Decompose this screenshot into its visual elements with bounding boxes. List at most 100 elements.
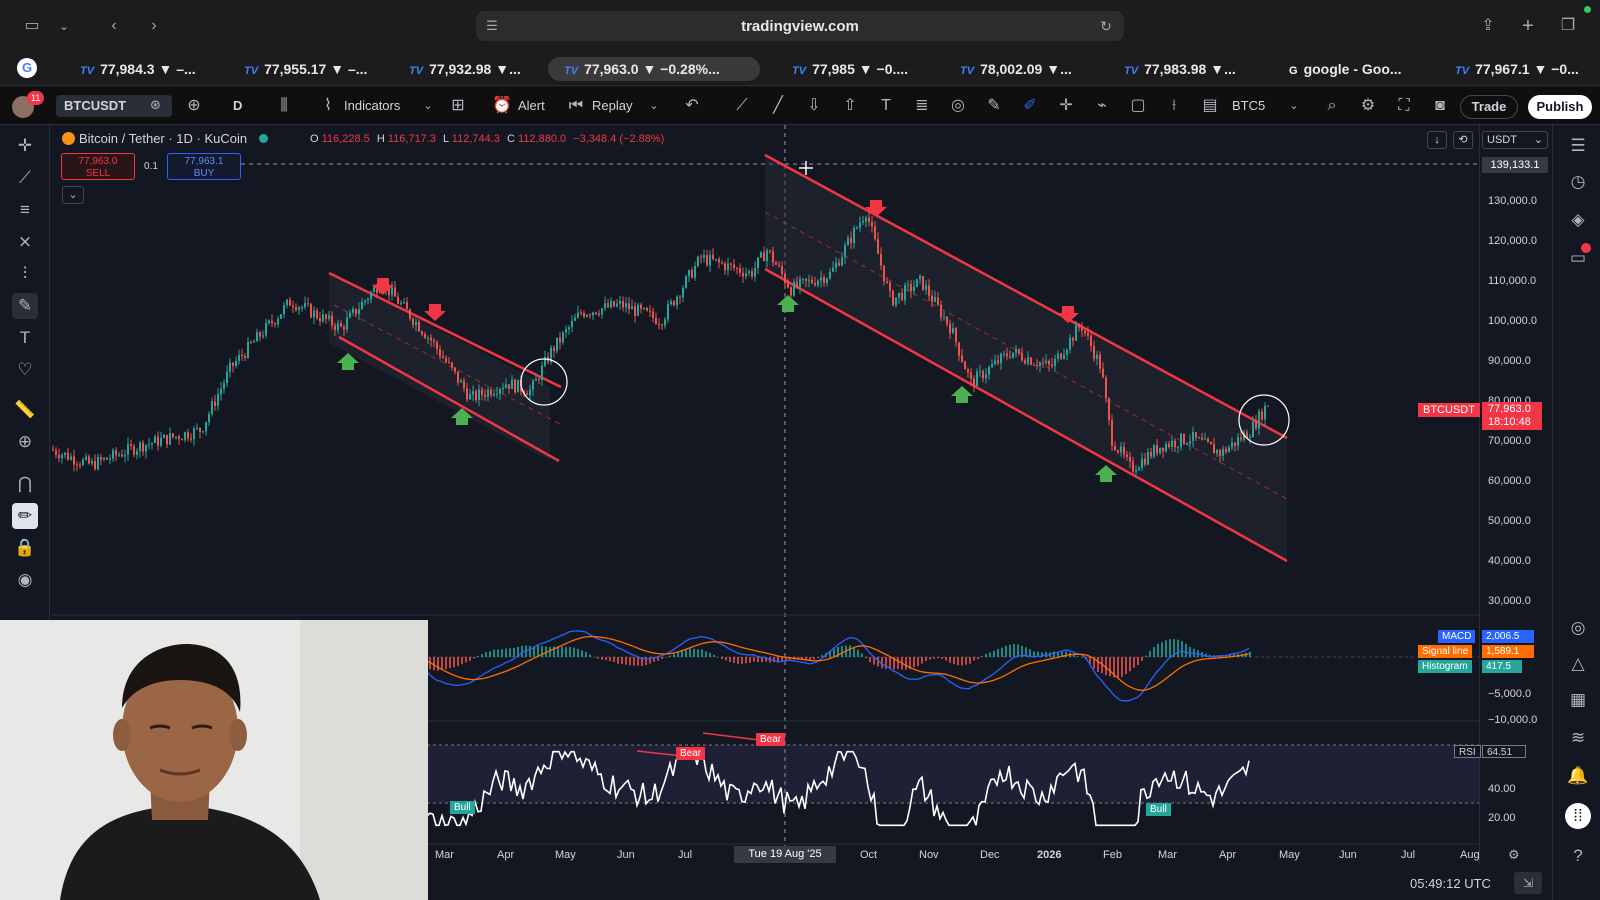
fib-retracement-icon[interactable]: ≡ — [12, 197, 38, 223]
browser-tab-8[interactable]: Ggoogle - Goo... — [1289, 57, 1402, 81]
arrow-up-icon[interactable]: ⇧ — [838, 87, 862, 125]
time-axis[interactable] — [428, 845, 1479, 865]
zoom-in-icon[interactable]: ⊕ — [12, 429, 38, 455]
currency-select[interactable]: USDT ⌄ — [1482, 131, 1548, 149]
trend-line-icon[interactable]: ⟋ — [730, 87, 754, 125]
arrow-down-icon[interactable]: ⇩ — [802, 87, 826, 125]
compare-icon[interactable]: ⊛ — [150, 97, 161, 113]
layouts-icon[interactable]: ⊞ — [446, 87, 470, 125]
rectangle-icon[interactable]: ▢ — [1126, 87, 1150, 125]
candle-body — [241, 354, 243, 356]
buy-button[interactable]: 77,963.1 BUY — [167, 153, 241, 180]
ray-icon[interactable]: ╱ — [766, 87, 790, 125]
chevron-down-icon[interactable]: ⌄ — [54, 12, 74, 40]
forecast-icon[interactable]: ⫶ — [12, 261, 38, 287]
ruler-icon[interactable]: ⟊ — [1162, 87, 1186, 125]
histogram-bar — [937, 657, 939, 659]
chevron-down-icon[interactable]: ⌄ — [416, 87, 440, 125]
pattern-icon[interactable]: ⨯ — [12, 229, 38, 255]
help-icon[interactable]: ? — [1565, 843, 1591, 869]
publish-button[interactable]: Publish — [1528, 95, 1592, 119]
candle-body — [778, 264, 780, 266]
reload-icon[interactable]: ↻ — [1094, 12, 1118, 40]
magnet-icon[interactable]: ⋂ — [12, 471, 38, 497]
replay-icon[interactable]: ⏮ — [564, 87, 588, 125]
browser-tab-3[interactable]: TV 77,932.98 ▼... — [409, 57, 521, 81]
candle-body — [1066, 349, 1068, 355]
browser-tab-1[interactable]: TV 77,984.3 ▼ –... — [80, 57, 196, 81]
new-tab-icon[interactable]: + — [1514, 12, 1542, 40]
fullscreen-icon[interactable]: ⛶ — [1392, 87, 1416, 125]
circle-icon[interactable]: ◎ — [946, 87, 970, 125]
layout-grid-icon[interactable]: ▤ — [1198, 87, 1222, 125]
alert-button[interactable]: Alert — [518, 87, 545, 125]
browser-tab-4-active[interactable]: TV 77,963.0 ▼ −0.28%... — [548, 57, 760, 81]
histogram-bar — [1017, 644, 1019, 657]
browser-tab-5[interactable]: TV 77,985 ▼ −0.... — [792, 57, 908, 81]
sidebar-toggle-icon[interactable]: ▭ — [18, 12, 46, 40]
indicators-icon[interactable]: ⌇ — [316, 87, 340, 125]
interval-button[interactable]: D — [233, 87, 242, 125]
path-icon[interactable]: ⌁ — [1090, 87, 1114, 125]
tab-overview-icon[interactable]: ❐ — [1554, 12, 1582, 40]
utc-clock[interactable]: 05:49:12 UTC — [1410, 876, 1491, 891]
brush-icon[interactable]: ✎ — [12, 293, 38, 319]
browser-tab-6[interactable]: TV 78,002.09 ▼... — [960, 57, 1072, 81]
add-symbol-icon[interactable]: ⊕ — [182, 87, 206, 125]
scale-sync-icon[interactable]: ⟲ — [1453, 131, 1473, 149]
symbol-search-button[interactable]: BTCUSDT ⊛ — [56, 95, 172, 117]
undo-icon[interactable]: ↶ — [680, 87, 704, 125]
trend-line-icon[interactable]: ⟋ — [12, 165, 38, 191]
time-settings-icon[interactable]: ⚙ — [1508, 847, 1520, 863]
browser-tab-7[interactable]: TV 77,983.98 ▼... — [1124, 57, 1236, 81]
chevron-down-icon[interactable]: ⌄ — [1282, 87, 1306, 125]
chevron-down-icon[interactable]: ⌄ — [642, 87, 666, 125]
layers-icon[interactable]: ◈ — [1565, 207, 1591, 233]
brush-icon[interactable]: ✎ — [982, 87, 1006, 125]
fib-icon[interactable]: ≣ — [910, 87, 934, 125]
indicators-button[interactable]: Indicators — [344, 87, 400, 125]
heart-icon[interactable]: ♡ — [12, 357, 38, 383]
ideas-icon[interactable]: △ — [1565, 651, 1591, 677]
signal-icon[interactable]: ≋ — [1565, 725, 1591, 751]
trade-button[interactable]: Trade — [1460, 95, 1518, 119]
alert-icon[interactable]: ⏰ — [490, 87, 514, 125]
back-icon[interactable]: ‹ — [100, 12, 128, 40]
lock-drawing-icon[interactable]: ✏ — [12, 503, 38, 529]
browser-tab-2[interactable]: TV 77,955.17 ▼ –... — [244, 57, 367, 81]
bell-icon[interactable]: 🔔 — [1565, 763, 1591, 789]
pen-icon[interactable]: ✐ — [1018, 87, 1042, 125]
eye-icon[interactable]: ◉ — [12, 567, 38, 593]
browser-tab-9[interactable]: TV 77,967.1 ▼ −0... — [1455, 57, 1579, 81]
resize-icon[interactable]: ⇲ — [1514, 872, 1542, 894]
search-icon[interactable]: ⌕ — [1320, 87, 1344, 125]
camera-icon[interactable]: ◙ — [1428, 87, 1452, 125]
legend-collapse-icon[interactable]: ⌄ — [62, 186, 84, 204]
sell-button[interactable]: 77,963.0 SELL — [61, 153, 135, 180]
ruler-icon[interactable]: 📏 — [12, 397, 38, 423]
candle-body — [319, 318, 321, 322]
watchlist-icon[interactable]: ☰ — [1565, 133, 1591, 159]
candle-body — [307, 303, 309, 305]
text-icon[interactable]: T — [12, 325, 38, 351]
calendar-icon[interactable]: ▦ — [1565, 687, 1591, 713]
alerts-clock-icon[interactable]: ◷ — [1565, 169, 1591, 195]
settings-icon[interactable]: ⚙ — [1356, 87, 1380, 125]
chart-legend[interactable]: Bitcoin / Tether · 1D · KuCoin — [62, 131, 268, 146]
lock-icon[interactable]: 🔒 — [12, 535, 38, 561]
crosshair-icon[interactable]: ✛ — [1054, 87, 1078, 125]
candle-body — [1075, 325, 1077, 341]
candle-body — [1114, 445, 1116, 451]
crosshair-icon[interactable]: ✛ — [12, 133, 38, 159]
candle-type-icon[interactable]: ⫼ — [272, 87, 296, 125]
text-icon[interactable]: T — [874, 87, 898, 125]
scale-download-icon[interactable]: ↓ — [1427, 131, 1447, 149]
share-icon[interactable]: ⇪ — [1474, 12, 1502, 40]
address-bar[interactable]: ☰ tradingview.com ↻ — [476, 11, 1124, 41]
apps-grid-icon[interactable]: ⁞⁞ — [1565, 803, 1591, 829]
forward-icon[interactable]: › — [140, 12, 168, 40]
target-icon[interactable]: ◎ — [1565, 615, 1591, 641]
layout-name[interactable]: BTC5 — [1232, 87, 1265, 125]
candle-body — [658, 323, 660, 325]
replay-button[interactable]: Replay — [592, 87, 632, 125]
